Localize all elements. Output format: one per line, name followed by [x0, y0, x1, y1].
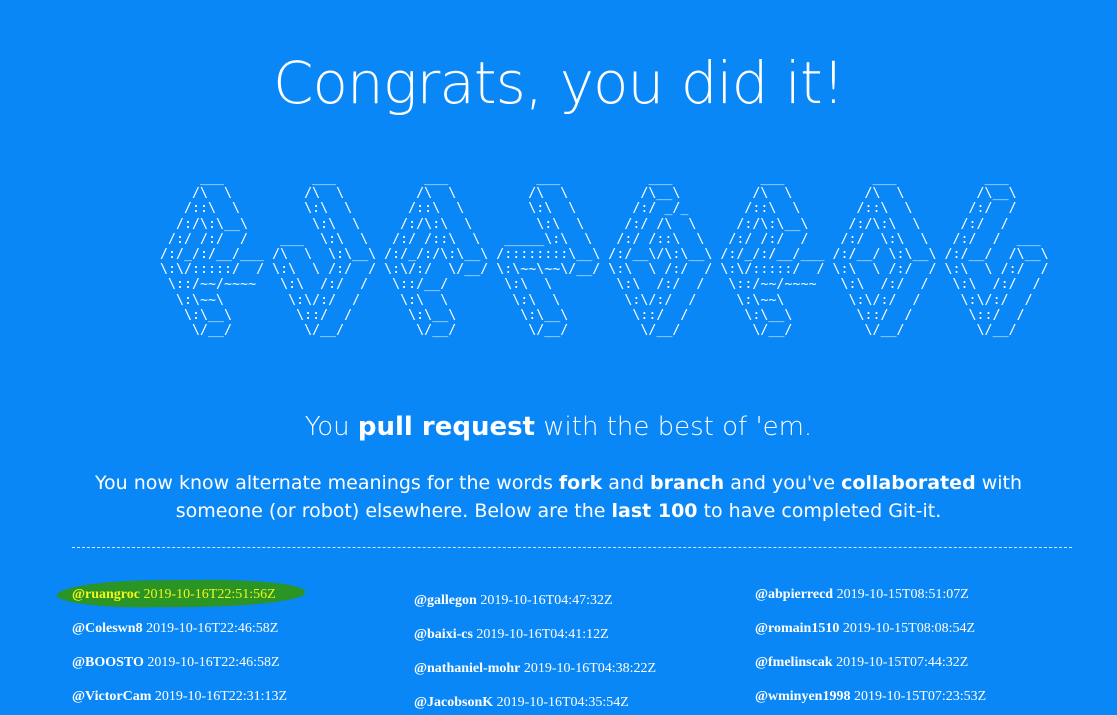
- git-it-ascii-art: ___ ___ ___ ___ ___ ___ ___ ___ /\ \ /\ …: [160, 171, 1049, 339]
- congrats-heading: Congrats, you did it!: [272, 49, 845, 117]
- list-item: @romain1510 2019-10-15T08:08:54Z: [755, 620, 986, 654]
- list-item: @Coleswn8 2019-10-16T22:46:58Z: [72, 620, 287, 654]
- intro-text: You now know alternate meanings for the …: [94, 472, 559, 494]
- completions-column-2: @gallegon 2019-10-16T04:47:32Z @baixi-cs…: [414, 592, 656, 715]
- user-link[interactable]: @fmelinscak: [755, 655, 833, 670]
- user-link[interactable]: @gallegon: [414, 593, 477, 608]
- intro-bold-fork: fork: [558, 472, 603, 494]
- user-link[interactable]: @nathaniel-mohr: [414, 661, 520, 676]
- completions-column-3: @abpierrecd 2019-10-15T08:51:07Z @romain…: [755, 586, 986, 715]
- completion-time: 2019-10-16T22:46:58Z: [147, 655, 280, 670]
- list-item: @VictorCam 2019-10-16T22:31:13Z: [72, 688, 287, 715]
- completions-column-1: @ruangroc 2019-10-16T22:51:56Z @Coleswn8…: [72, 586, 287, 715]
- list-item: @gallegon 2019-10-16T04:47:32Z: [414, 592, 656, 626]
- user-link[interactable]: @VictorCam: [72, 689, 151, 704]
- intro-text: and you've: [724, 472, 842, 494]
- list-item: @ruangroc 2019-10-16T22:51:56Z: [72, 586, 287, 620]
- user-link[interactable]: @BOOSTO: [72, 655, 144, 670]
- user-link[interactable]: @wminyen1998: [755, 689, 850, 704]
- intro-paragraph: You now know alternate meanings for the …: [60, 469, 1057, 525]
- user-link[interactable]: @ruangroc: [72, 587, 140, 602]
- completion-time: 2019-10-16T04:38:22Z: [523, 661, 657, 676]
- tagline-post: with the best of 'em.: [535, 412, 813, 442]
- completion-time: 2019-10-16T22:51:56Z: [143, 587, 276, 602]
- list-item: @baixi-cs 2019-10-16T04:41:12Z: [414, 626, 656, 660]
- completion-time: 2019-10-16T04:35:54Z: [496, 695, 629, 710]
- tagline-bold: pull request: [357, 412, 535, 442]
- intro-text: and: [602, 472, 651, 494]
- completion-time: 2019-10-16T04:47:32Z: [480, 593, 613, 608]
- completion-time: 2019-10-15T08:51:07Z: [836, 587, 969, 602]
- dashed-divider: [72, 547, 1072, 548]
- list-item: @BOOSTO 2019-10-16T22:46:58Z: [72, 654, 287, 688]
- intro-text: to have completed Git-it.: [697, 500, 942, 522]
- completion-page: Congrats, you did it! ___ ___ ___ ___ __…: [0, 0, 1117, 715]
- completion-time: 2019-10-16T22:46:58Z: [146, 621, 279, 636]
- completion-time: 2019-10-15T07:23:53Z: [853, 689, 987, 704]
- list-item: @wminyen1998 2019-10-15T07:23:53Z: [755, 688, 986, 715]
- user-link[interactable]: @romain1510: [755, 621, 839, 636]
- user-link[interactable]: @abpierrecd: [755, 587, 833, 602]
- list-item: @abpierrecd 2019-10-15T08:51:07Z: [755, 586, 986, 620]
- user-link[interactable]: @Coleswn8: [72, 621, 143, 636]
- list-item: @JacobsonK 2019-10-16T04:35:54Z: [414, 694, 656, 715]
- intro-bold-collaborated: collaborated: [841, 472, 976, 494]
- list-item: @fmelinscak 2019-10-15T07:44:32Z: [755, 654, 986, 688]
- completion-time: 2019-10-16T22:31:13Z: [154, 689, 288, 704]
- tagline: You pull request with the best of 'em.: [0, 408, 1117, 446]
- completion-time: 2019-10-16T04:41:12Z: [476, 627, 609, 642]
- list-item: @nathaniel-mohr 2019-10-16T04:38:22Z: [414, 660, 656, 694]
- completion-time: 2019-10-15T07:44:32Z: [836, 655, 969, 670]
- completion-time: 2019-10-15T08:08:54Z: [842, 621, 976, 636]
- user-link[interactable]: @JacobsonK: [414, 695, 493, 710]
- intro-bold-branch: branch: [650, 472, 725, 494]
- intro-bold-last-100: last 100: [611, 500, 698, 522]
- user-link[interactable]: @baixi-cs: [414, 627, 473, 642]
- tagline-pre: You: [304, 412, 358, 442]
